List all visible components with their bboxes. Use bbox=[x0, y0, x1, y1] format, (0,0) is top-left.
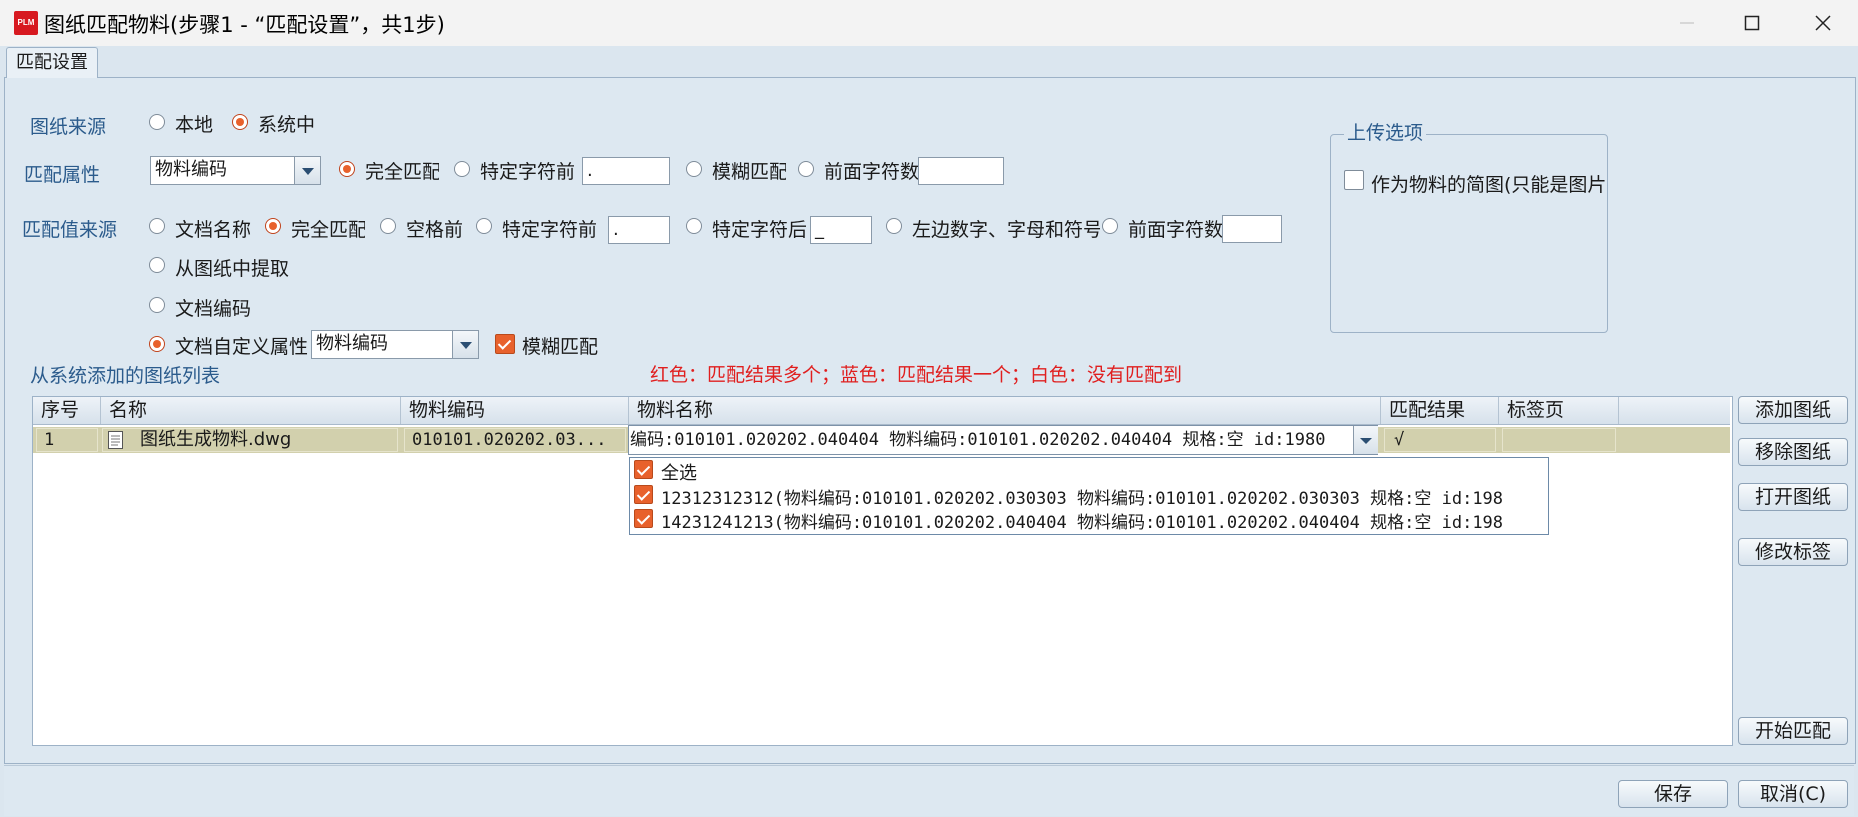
radio-doc-custom-attr-label: 文档自定义属性 bbox=[175, 336, 309, 358]
match-attr-combo-value: 物料编码 bbox=[155, 159, 227, 180]
footer-bar bbox=[4, 765, 1854, 816]
file-icon bbox=[108, 431, 123, 454]
radio-attr-exact[interactable] bbox=[339, 161, 355, 177]
chevron-down-icon[interactable] bbox=[294, 157, 320, 184]
radio-doc-custom-attr[interactable] bbox=[149, 336, 165, 352]
radio-doc-name-label: 文档名称 bbox=[175, 219, 251, 241]
select-all-checkbox[interactable] bbox=[634, 460, 653, 479]
minimize-button[interactable] bbox=[1652, 0, 1722, 46]
radio-local[interactable] bbox=[149, 114, 165, 130]
tab-match-settings[interactable]: 匹配设置 bbox=[6, 47, 98, 78]
radio-system-label: 系统中 bbox=[258, 114, 314, 136]
close-button[interactable] bbox=[1788, 0, 1858, 46]
match-attr-label: 匹配属性 bbox=[24, 164, 101, 186]
radio-before-space-label: 空格前 bbox=[406, 219, 464, 241]
radio-value-exact-label: 完全匹配 bbox=[291, 219, 365, 241]
radio-attr-prefix-count[interactable] bbox=[798, 161, 814, 177]
radio-value-before-char[interactable] bbox=[476, 218, 492, 234]
radio-value-prefix-count[interactable] bbox=[1102, 218, 1118, 234]
save-button[interactable]: 保存 bbox=[1618, 780, 1728, 808]
remove-drawing-button[interactable]: 移除图纸 bbox=[1738, 438, 1848, 466]
radio-attr-exact-label: 完全匹配 bbox=[365, 161, 439, 183]
window-title: 图纸匹配物料(步骤1 - “匹配设置”，共1步) bbox=[44, 13, 445, 37]
row-match-result: √ bbox=[1394, 430, 1405, 450]
col-name[interactable]: 名称 bbox=[101, 397, 401, 424]
radio-system[interactable] bbox=[232, 114, 248, 130]
chevron-down-icon[interactable] bbox=[452, 331, 478, 358]
dropdown-item-checkbox[interactable] bbox=[634, 485, 653, 504]
radio-attr-fuzzy[interactable] bbox=[686, 161, 702, 177]
add-drawing-button[interactable]: 添加图纸 bbox=[1738, 396, 1848, 424]
radio-left-chars[interactable] bbox=[886, 218, 902, 234]
radio-from-drawing[interactable] bbox=[149, 257, 165, 273]
row-material-code: 010101.020202.03... bbox=[412, 430, 607, 450]
maximize-button[interactable] bbox=[1717, 0, 1787, 46]
upload-options-legend: 上传选项 bbox=[1344, 118, 1427, 145]
drawing-source-label: 图纸来源 bbox=[30, 116, 107, 138]
value-before-char-input[interactable]: . bbox=[608, 216, 670, 244]
radio-doc-code[interactable] bbox=[149, 297, 165, 313]
radio-before-space[interactable] bbox=[380, 218, 396, 234]
color-legend-note: 红色：匹配结果多个；蓝色：匹配结果一个；白色：没有匹配到 bbox=[650, 364, 1183, 386]
attr-before-char-input[interactable]: . bbox=[582, 157, 670, 185]
dropdown-item-label: 14231241213(物料编码:010101.020202.040404 物料… bbox=[661, 513, 1504, 533]
radio-local-label: 本地 bbox=[175, 114, 214, 136]
select-all-label: 全选 bbox=[661, 463, 697, 484]
custom-attr-combo-value: 物料编码 bbox=[316, 333, 388, 354]
col-match-result[interactable]: 匹配结果 bbox=[1381, 397, 1499, 424]
radio-after-char-label: 特定字符后 bbox=[712, 219, 806, 241]
material-name-value: 编码:010101.020202.040404 物料编码:010101.0202… bbox=[630, 430, 1326, 450]
col-tab[interactable]: 标签页 bbox=[1499, 397, 1619, 424]
attr-prefix-count-input[interactable] bbox=[918, 157, 1004, 185]
row-file-name: 图纸生成物料.dwg bbox=[140, 429, 292, 450]
radio-doc-name[interactable] bbox=[149, 218, 165, 234]
cancel-button[interactable]: 取消(C) bbox=[1738, 780, 1848, 808]
radio-attr-before-char[interactable] bbox=[454, 161, 470, 177]
radio-left-chars-label: 左边数字、字母和符号 bbox=[912, 219, 1100, 241]
radio-attr-fuzzy-label: 模糊匹配 bbox=[712, 161, 786, 183]
plm-logo-icon: PLM bbox=[14, 11, 38, 35]
radio-value-before-char-label: 特定字符前 bbox=[502, 219, 596, 241]
radio-doc-code-label: 文档编码 bbox=[175, 298, 252, 320]
radio-from-drawing-label: 从图纸中提取 bbox=[175, 258, 290, 280]
fuzzy-match-checkbox[interactable] bbox=[495, 334, 515, 354]
tab-strip bbox=[0, 46, 1858, 78]
close-icon bbox=[1815, 15, 1831, 31]
dropdown-item-checkbox[interactable] bbox=[634, 509, 653, 528]
row-tab bbox=[1502, 428, 1616, 452]
drawing-list-title: 从系统添加的图纸列表 bbox=[30, 365, 221, 387]
radio-attr-before-char-label: 特定字符前 bbox=[480, 161, 574, 183]
upload-options-group bbox=[1330, 134, 1608, 333]
after-char-input[interactable]: _ bbox=[810, 216, 872, 244]
thumbnail-checkbox-label: 作为物料的简图(只能是图片 bbox=[1371, 174, 1607, 196]
col-material-name[interactable]: 物料名称 bbox=[629, 397, 1381, 424]
row-index: 1 bbox=[44, 430, 55, 450]
radio-value-prefix-count-label: 前面字符数 bbox=[1128, 219, 1222, 241]
maximize-icon bbox=[1744, 15, 1760, 31]
chevron-down-icon[interactable] bbox=[1353, 426, 1378, 454]
value-prefix-count-input[interactable] bbox=[1222, 215, 1282, 243]
col-material-code[interactable]: 物料编码 bbox=[401, 397, 629, 424]
open-drawing-button[interactable]: 打开图纸 bbox=[1738, 483, 1848, 511]
minimize-icon bbox=[1680, 22, 1694, 24]
col-index[interactable]: 序号 bbox=[33, 397, 101, 424]
radio-attr-prefix-count-label: 前面字符数 bbox=[824, 161, 918, 183]
dropdown-item-label: 12312312312(物料编码:010101.020202.030303 物料… bbox=[661, 489, 1504, 509]
radio-after-char[interactable] bbox=[686, 218, 702, 234]
radio-value-exact[interactable] bbox=[265, 218, 281, 234]
match-value-source-label: 匹配值来源 bbox=[22, 219, 118, 241]
start-match-button[interactable]: 开始匹配 bbox=[1738, 717, 1848, 745]
fuzzy-match-label: 模糊匹配 bbox=[522, 336, 599, 358]
thumbnail-checkbox[interactable] bbox=[1344, 170, 1364, 190]
edit-tag-button[interactable]: 修改标签 bbox=[1738, 538, 1848, 566]
